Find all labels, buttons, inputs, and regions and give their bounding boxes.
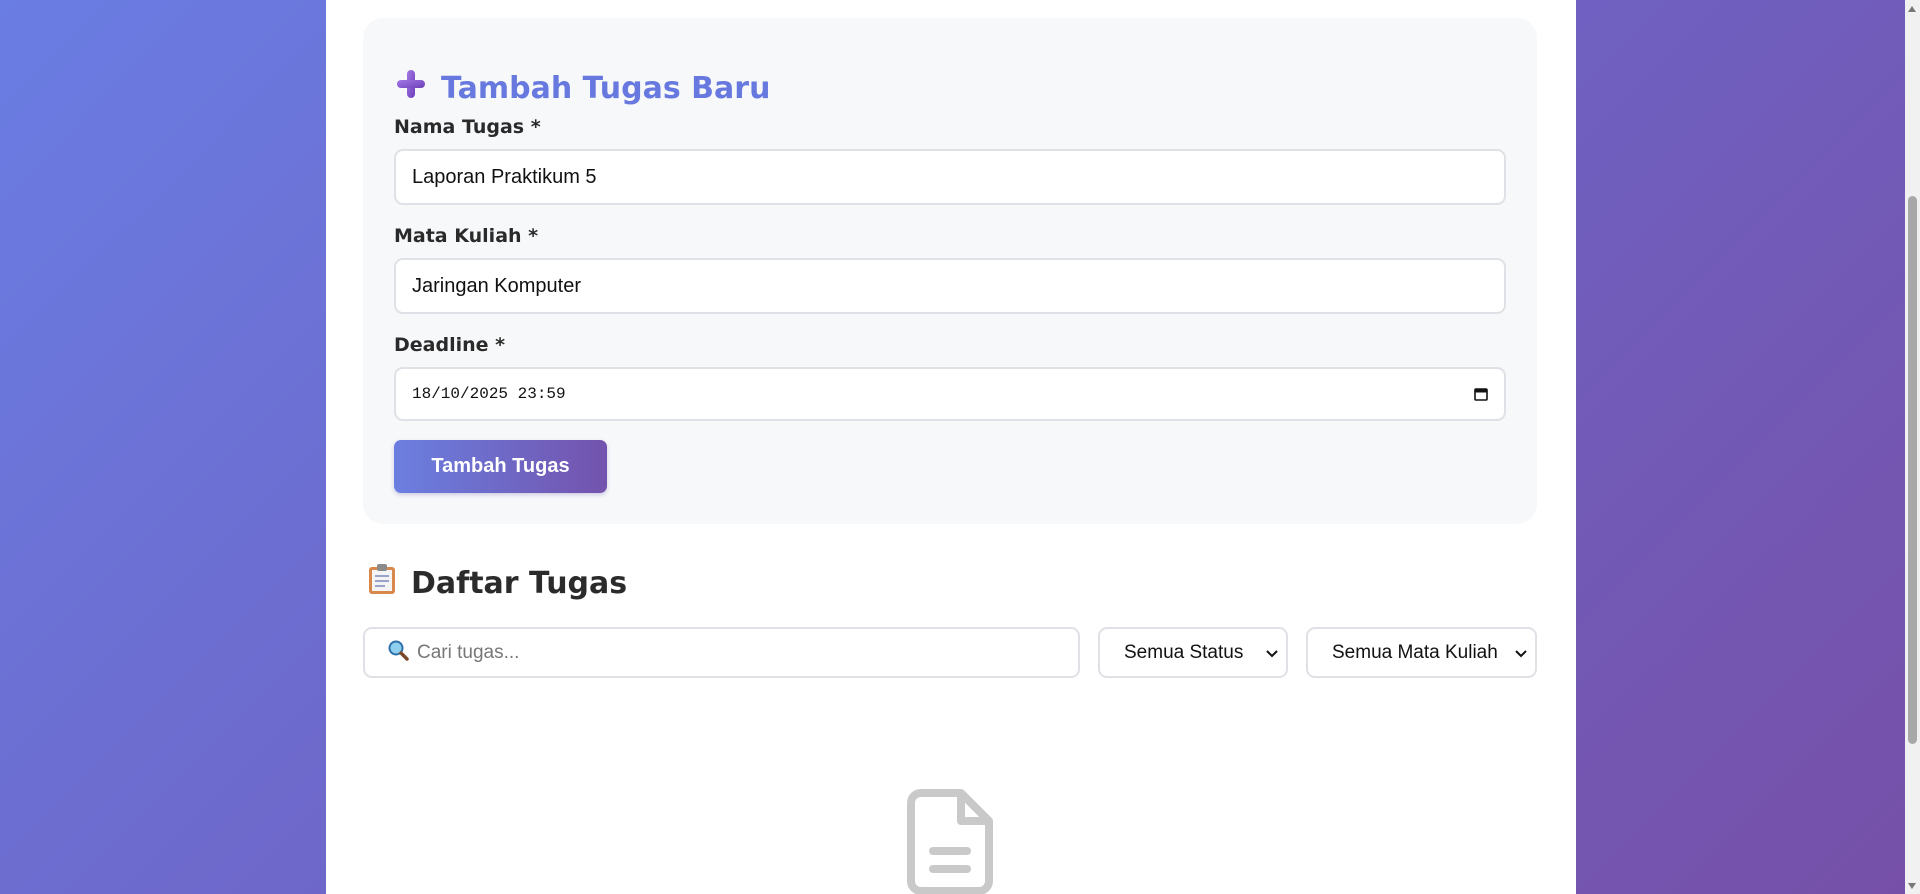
status-filter-value: Semua Status <box>1124 641 1244 663</box>
add-task-button[interactable]: Tambah Tugas <box>394 440 607 493</box>
search-placeholder: Cari tugas... <box>417 641 520 663</box>
course-label: Mata Kuliah * <box>394 225 539 247</box>
plus-icon <box>395 68 427 108</box>
task-list-title-text: Daftar Tugas <box>411 565 628 601</box>
scroll-thumb[interactable] <box>1908 196 1917 744</box>
form-title: Tambah Tugas Baru <box>395 68 770 108</box>
add-task-form: Tambah Tugas Baru Nama Tugas * Laporan P… <box>363 18 1537 524</box>
clipboard-icon <box>367 563 397 603</box>
deadline-input[interactable]: 18/10/2025 23:59 <box>394 367 1506 421</box>
scroll-down-arrow[interactable] <box>1908 883 1916 889</box>
form-title-text: Tambah Tugas Baru <box>441 70 771 106</box>
course-filter-select[interactable]: Semua Mata Kuliah <box>1306 627 1537 678</box>
document-icon <box>907 789 993 894</box>
scroll-up-arrow[interactable] <box>1908 6 1916 12</box>
search-input[interactable]: Cari tugas... <box>363 627 1080 678</box>
deadline-label: Deadline * <box>394 334 506 356</box>
course-filter-value: Semua Mata Kuliah <box>1332 641 1498 663</box>
task-name-input[interactable]: Laporan Praktikum 5 <box>394 149 1506 205</box>
vertical-scrollbar[interactable] <box>1905 0 1920 894</box>
task-name-label: Nama Tugas * <box>394 116 541 138</box>
deadline-value: 18/10/2025 23:59 <box>412 385 566 403</box>
main-container: Tambah Tugas Baru Nama Tugas * Laporan P… <box>326 0 1576 894</box>
chevron-down-icon <box>1266 642 1278 664</box>
course-input[interactable]: Jaringan Komputer <box>394 258 1506 314</box>
task-list-title: Daftar Tugas <box>367 562 627 604</box>
calendar-icon[interactable] <box>1474 387 1488 401</box>
search-icon <box>387 639 409 666</box>
status-filter-select[interactable]: Semua Status <box>1098 627 1288 678</box>
chevron-down-icon <box>1515 642 1527 664</box>
